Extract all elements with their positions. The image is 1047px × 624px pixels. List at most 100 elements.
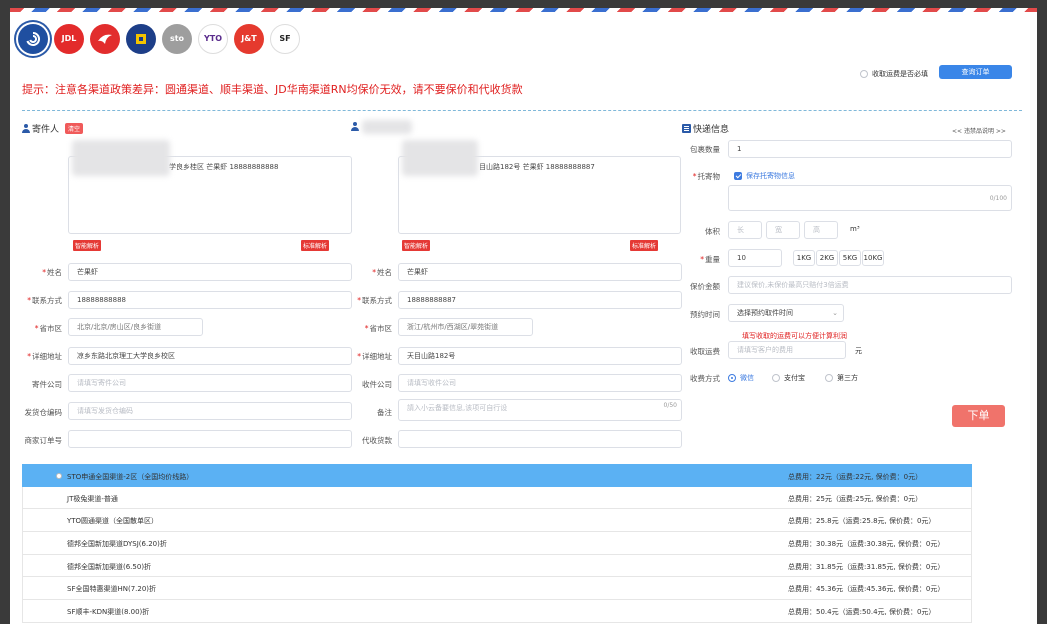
sender-paste-text: 学良乡桂区 芒果虾 18888888888 <box>169 163 279 171</box>
carrier-logo-sf[interactable]: SF <box>270 24 300 54</box>
channel-fee: 总费用：25元（运费:25元, 保价费：0元） <box>788 494 923 503</box>
receiver-company-label: 收件公司 <box>362 380 392 389</box>
receiver-company-input[interactable]: 请填写收件公司 <box>398 374 682 392</box>
sender-region-select[interactable]: 北京/北京/房山区/良乡街道 <box>68 318 203 336</box>
clear-sender-badge[interactable]: 清空 <box>65 123 84 134</box>
cod-input[interactable] <box>398 430 682 448</box>
channel-row[interactable]: 德邦全国新加渠道(6.50)折 总费用：31.85元（运费:31.85元, 保价费… <box>22 554 972 578</box>
carrier-logo-yto[interactable]: YTO <box>198 24 228 54</box>
fee-required-toggle[interactable]: 收取运费是否必填 <box>860 69 928 79</box>
sender-address-input[interactable]: 凉乡东路北京理工大学良乡校区 <box>68 347 352 365</box>
receiver-standard-parse-button[interactable]: 标准解析 <box>630 240 659 251</box>
carrier-abbr: J&T <box>241 34 257 43</box>
volume-label: 体积 <box>705 227 720 236</box>
channel-name: 德邦全国新加渠道DYSJ(6.20)折 <box>67 540 167 549</box>
notice-text: 提示：注意各渠道政策差异：圆通渠道、顺丰渠道、JD华南渠道RN均保价无效，请不要… <box>22 83 523 96</box>
fee-required-radio[interactable] <box>860 70 868 78</box>
sender-smart-parse-button[interactable]: 智能解析 <box>73 240 102 251</box>
remark-count: 0/50 <box>663 402 677 409</box>
query-order-button[interactable]: 查询订单 <box>939 65 1012 79</box>
width-input[interactable]: 宽 <box>766 221 800 239</box>
remark-placeholder: 請入小云备要信息,该项可自行设 <box>407 404 508 412</box>
carrier-logo-sto[interactable]: sto <box>162 24 192 54</box>
cod-label: 代收货款 <box>362 436 392 445</box>
channel-row[interactable]: SF顺丰-KDN渠道(8.00)折 总费用：50.4元（运费:50.4元, 保价费… <box>22 600 972 623</box>
channel-name: SF顺丰-KDN渠道(8.00)折 <box>67 608 150 617</box>
warehouse-code-label: 发货仓编码 <box>24 408 63 417</box>
receiver-address-label: *详细地址 <box>357 352 392 361</box>
airmail-border <box>10 8 1037 12</box>
sender-phone-input[interactable]: 18888888888 <box>68 291 352 309</box>
fee-unit: 元 <box>855 347 862 355</box>
weight-5kg-button[interactable]: 5KG <box>839 250 861 266</box>
fee-label: 收取运费 <box>690 347 720 356</box>
receiver-phone-input[interactable]: 18888888887 <box>398 291 682 309</box>
height-input[interactable]: 高 <box>804 221 838 239</box>
pay-third-radio[interactable] <box>825 374 833 382</box>
channel-radio[interactable] <box>56 473 62 479</box>
submit-order-button[interactable]: 下单 <box>952 405 1005 427</box>
pickup-time-select[interactable]: 选择预约取件时间 ⌄ <box>728 304 844 322</box>
pickup-time-label: 预约时间 <box>690 310 720 319</box>
weight-label: *重量 <box>700 255 720 264</box>
receiver-smart-parse-button[interactable]: 智能解析 <box>402 240 431 251</box>
channel-row[interactable]: JT极兔渠道-普通 总费用：25元（运费:25元, 保价费：0元） <box>22 486 972 510</box>
receiver-name-input[interactable]: 芒果虾 <box>398 263 682 281</box>
remark-input[interactable]: 請入小云备要信息,该项可自行设 0/50 <box>398 399 682 421</box>
insure-label: 保价金额 <box>690 282 720 291</box>
pay-option-label: 支付宝 <box>784 374 805 382</box>
weight-2kg-button[interactable]: 2KG <box>816 250 838 266</box>
carrier-logo-square[interactable] <box>126 24 156 54</box>
carrier-logo-selected[interactable] <box>18 24 48 54</box>
channel-fee: 总费用：30.38元（运费:30.38元, 保价费：0元） <box>788 540 945 549</box>
receiver-region-select[interactable]: 浙江/杭州市/西湖区/翠苑街道 <box>398 318 533 336</box>
warehouse-code-input[interactable]: 请填写发货仓编码 <box>68 402 352 420</box>
merchant-order-input[interactable] <box>68 430 352 448</box>
sender-region-label: *省市区 <box>34 324 62 333</box>
pay-option-wechat[interactable]: 微信 <box>728 373 754 383</box>
weight-input[interactable]: 10 <box>728 249 782 267</box>
channel-row[interactable]: 德邦全国新加渠道DYSJ(6.20)折 总费用：30.38元（运费:30.38元,… <box>22 532 972 555</box>
goods-label: *托寄物 <box>692 172 720 181</box>
weight-10kg-button[interactable]: 10KG <box>862 250 884 266</box>
insure-input[interactable]: 建议保价,未保价最高只赔付3倍运费 <box>728 276 1012 294</box>
channel-name: SF全国特惠渠道HN(7.20)折 <box>67 585 157 594</box>
person-icon <box>22 124 30 133</box>
channel-name: YTO圆通渠道（全国散单区） <box>67 517 159 526</box>
sender-standard-parse-button[interactable]: 标准解析 <box>301 240 330 251</box>
pay-wechat-radio[interactable] <box>728 374 736 382</box>
fee-input[interactable]: 请填写客户的费用 <box>728 341 846 359</box>
channel-row[interactable]: YTO圆通渠道（全国散单区） 总费用：25.8元（运费:25.8元, 保价费：0元… <box>22 509 972 533</box>
save-goods-option[interactable]: 保存托寄物信息 <box>734 171 795 181</box>
channel-row[interactable]: STO申通全国渠道-2区（全国均价线路） 总费用：22元（运费:22元, 保价费：… <box>22 464 972 487</box>
pay-option-label: 微信 <box>740 374 754 382</box>
prohibited-items-link[interactable]: << 违禁品说明 >> <box>952 126 1006 135</box>
carrier-logo-jt[interactable]: J&T <box>234 24 264 54</box>
carrier-logo-bird[interactable] <box>90 24 120 54</box>
pay-option-alipay[interactable]: 支付宝 <box>772 373 805 383</box>
carrier-abbr: YTO <box>203 34 223 43</box>
channel-list: STO申通全国渠道-2区（全国均价线路） 总费用：22元（运费:22元, 保价费：… <box>22 464 972 623</box>
sender-company-input[interactable]: 请填写寄件公司 <box>68 374 352 392</box>
pay-option-third[interactable]: 第三方 <box>825 373 858 383</box>
weight-1kg-button[interactable]: 1KG <box>793 250 815 266</box>
fee-required-label: 收取运费是否必填 <box>872 70 928 78</box>
sender-name-label: *姓名 <box>42 268 62 277</box>
channel-fee: 总费用：45.36元（运费:45.36元, 保价费：0元） <box>788 585 945 594</box>
receiver-address-input[interactable]: 天目山路182号 <box>398 347 682 365</box>
length-input[interactable]: 长 <box>728 221 762 239</box>
package-qty-input[interactable]: 1 <box>728 140 1012 158</box>
save-goods-checkbox[interactable] <box>734 172 742 180</box>
carrier-logo-jdl[interactable]: JDL <box>54 24 84 54</box>
swirl-icon <box>26 31 41 46</box>
channel-fee: 总费用：25.8元（运费:25.8元, 保价费：0元） <box>788 517 936 526</box>
carrier-abbr: JDL <box>61 34 77 43</box>
sender-name-input[interactable]: 芒果虾 <box>68 263 352 281</box>
package-qty-label: 包裹数量 <box>690 145 720 154</box>
redacted-area <box>362 120 412 134</box>
volume-unit: m³ <box>850 225 860 233</box>
goods-textarea[interactable]: 0/100 <box>728 185 1012 211</box>
channel-row[interactable]: SF全国特惠渠道HN(7.20)折 总费用：45.36元（运费:45.36元, 保… <box>22 577 972 601</box>
order-page: JDL sto YTO J&T SF 收取运费是否必填 查询订单 提示：注意各渠… <box>10 8 1037 624</box>
pay-alipay-radio[interactable] <box>772 374 780 382</box>
